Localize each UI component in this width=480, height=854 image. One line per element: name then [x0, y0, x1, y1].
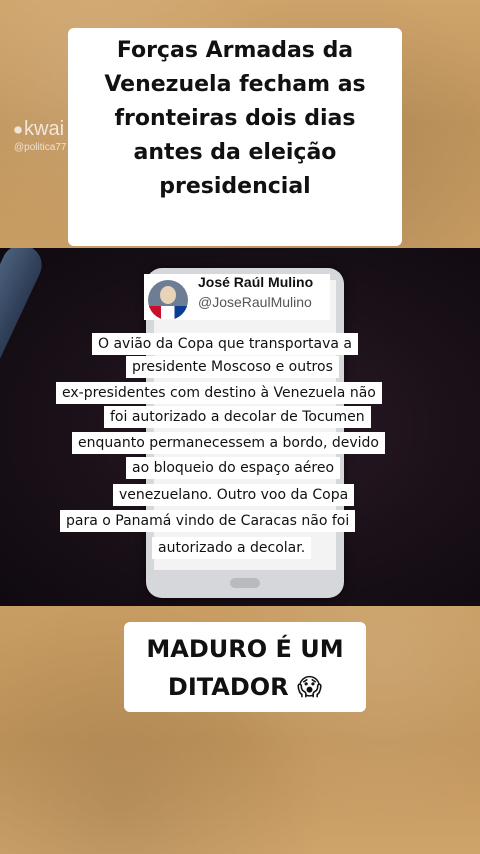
- headline-line: Forças Armadas da: [116, 38, 354, 63]
- caption-line: presidente Moscoso e outros: [126, 356, 339, 378]
- kwai-handle: @politica77: [14, 142, 67, 153]
- caption-line: venezuelano. Outro voo da Copa: [113, 484, 355, 506]
- comment-line-1: MADURO É UM: [146, 635, 344, 663]
- pen-object: [0, 248, 49, 428]
- headline-line: presidencial: [159, 174, 311, 199]
- headline-line: fronteiras dois dias: [114, 106, 356, 131]
- caption-line: foi autorizado a decolar de Tocumen: [104, 406, 371, 428]
- caption-line: O avião da Copa que transportava a: [92, 333, 358, 355]
- tweet-author-name: José Raúl Mulino: [198, 274, 314, 290]
- screaming-face-icon: 😱: [297, 673, 323, 701]
- tweet-author-handle: @JoseRaulMulino: [198, 294, 312, 310]
- kwai-logo-icon: ⏺: [14, 122, 23, 139]
- headline-line: antes da eleição: [133, 140, 337, 165]
- phone-home-button: [230, 578, 260, 588]
- tweet-avatar: [148, 280, 188, 320]
- comment-line-2: DITADOR 😱: [124, 668, 366, 706]
- caption-line: autorizado a decolar.: [152, 537, 312, 559]
- headline-line: Venezuela fecham as: [104, 72, 366, 97]
- caption-line: enquanto permanecessem a bordo, devido: [72, 432, 385, 454]
- caption-line: ex-presidentes com destino à Venezuela n…: [56, 382, 382, 404]
- caption-line: para o Panamá vindo de Caracas não foi: [60, 510, 356, 532]
- kwai-brand: kwai: [24, 118, 65, 140]
- comment-box: MADURO É UM DITADOR 😱: [124, 622, 366, 712]
- headline-box: Forças Armadas da Venezuela fecham as fr…: [68, 28, 402, 246]
- kwai-watermark: ⏺ kwai: [14, 118, 64, 141]
- caption-line: ao bloqueio do espaço aéreo: [126, 457, 341, 479]
- comment-text: DITADOR: [167, 673, 289, 701]
